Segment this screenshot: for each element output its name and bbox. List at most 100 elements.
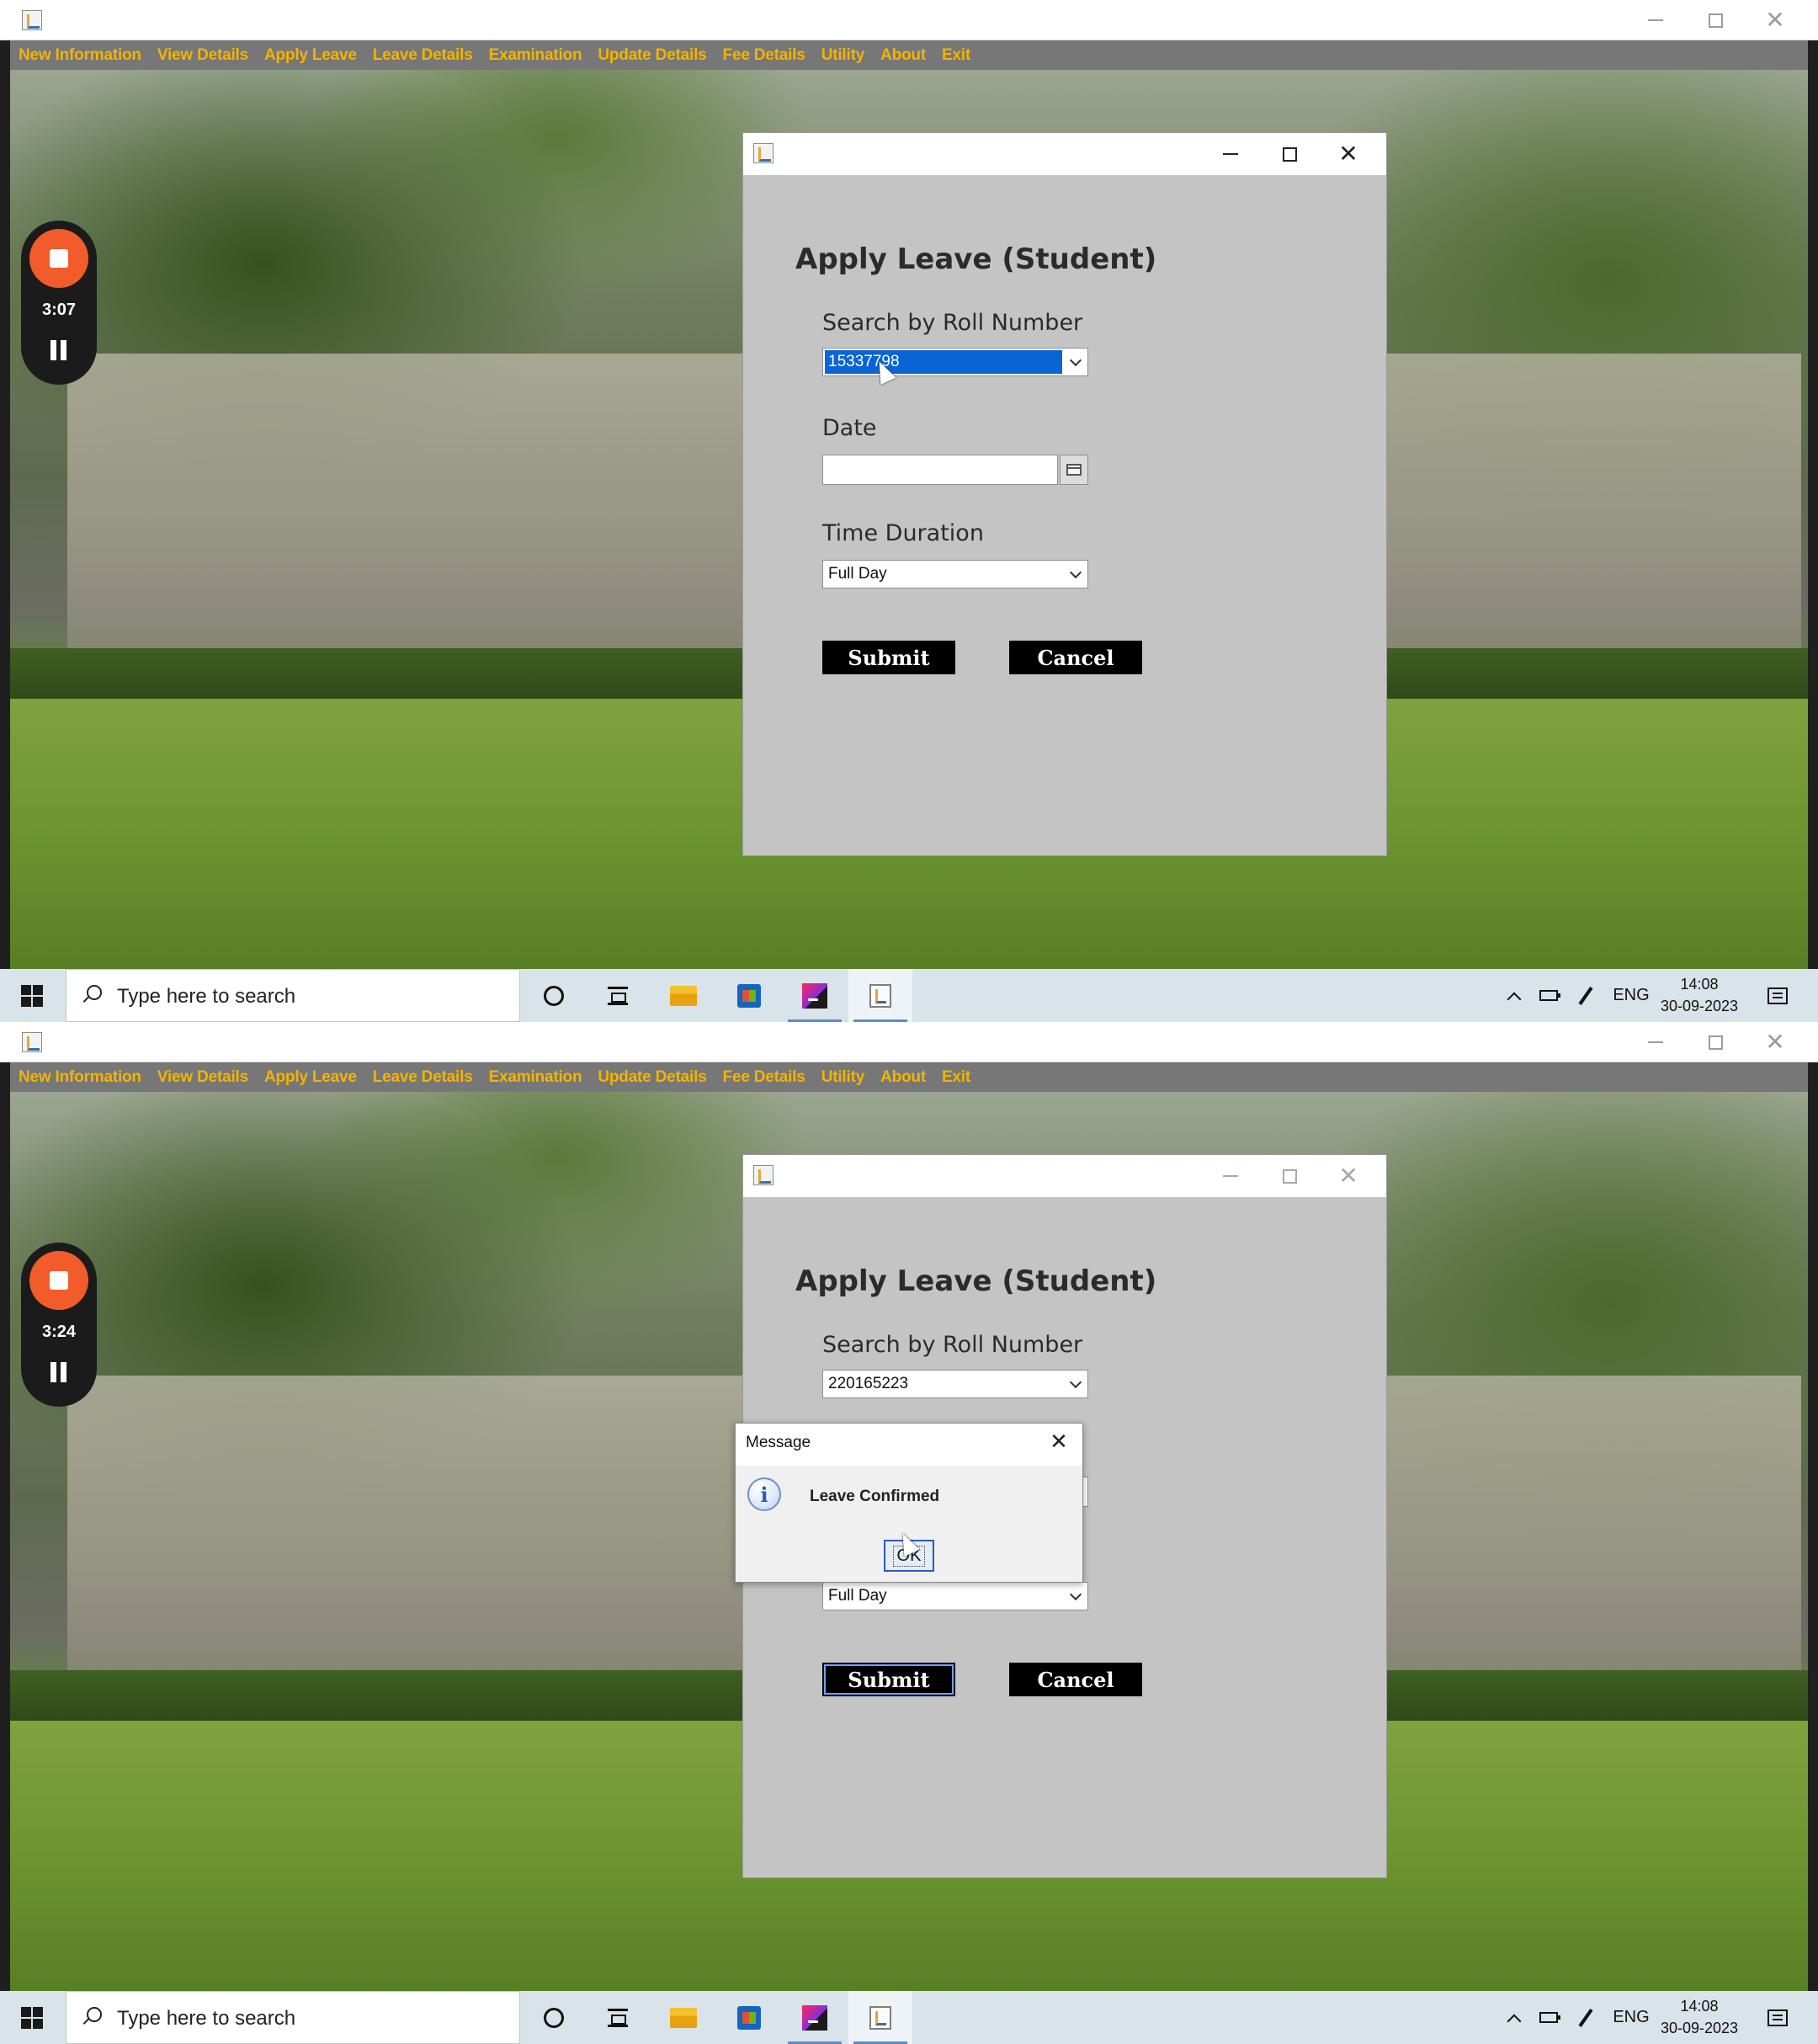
recording-time: 3:07 bbox=[41, 301, 77, 319]
recording-pause-button[interactable] bbox=[49, 1362, 69, 1384]
app-title-bar: ✕ bbox=[0, 0, 1818, 40]
chevron-down-icon[interactable] bbox=[1064, 1371, 1087, 1397]
recording-stop-button[interactable] bbox=[29, 229, 88, 288]
dialog-title-bar: ✕ bbox=[743, 1155, 1386, 1197]
intellij-icon[interactable] bbox=[783, 969, 847, 1022]
dialog-minimize-button[interactable] bbox=[1201, 1155, 1260, 1197]
store-icon[interactable] bbox=[717, 969, 781, 1022]
main-menu-bar: New Information View Details Apply Leave… bbox=[10, 40, 1808, 70]
close-button[interactable]: ✕ bbox=[1746, 1022, 1805, 1062]
menu-new-information[interactable]: New Information bbox=[19, 1068, 141, 1087]
time-duration-label: Time Duration bbox=[822, 520, 984, 546]
maximize-icon bbox=[1708, 13, 1723, 28]
search-icon bbox=[82, 985, 102, 1003]
chevron-down-icon[interactable] bbox=[1064, 1583, 1087, 1610]
menu-utility[interactable]: Utility bbox=[821, 1068, 865, 1087]
time-duration-combo[interactable]: Full Day bbox=[822, 560, 1088, 588]
menu-fee-details[interactable]: Fee Details bbox=[723, 46, 805, 65]
notification-icon[interactable] bbox=[1759, 969, 1796, 1022]
menu-apply-leave[interactable]: Apply Leave bbox=[264, 1068, 357, 1087]
recording-pause-button[interactable] bbox=[49, 340, 69, 362]
minimize-button[interactable] bbox=[1626, 0, 1685, 40]
menu-apply-leave[interactable]: Apply Leave bbox=[264, 46, 357, 65]
chevron-down-icon[interactable] bbox=[1064, 349, 1087, 375]
cancel-button[interactable]: Cancel bbox=[1009, 641, 1142, 674]
dialog-maximize-button[interactable] bbox=[1260, 133, 1319, 175]
taskbar-search[interactable]: Type here to search bbox=[66, 969, 520, 1022]
submit-button[interactable]: Submit bbox=[822, 641, 955, 674]
pen-icon[interactable] bbox=[1574, 1991, 1597, 2044]
app-title-bar: ✕ bbox=[0, 1022, 1818, 1062]
menu-leave-details[interactable]: Leave Details bbox=[373, 1068, 473, 1087]
file-explorer-icon[interactable] bbox=[651, 969, 715, 1022]
menu-new-information[interactable]: New Information bbox=[19, 46, 141, 65]
cortana-icon[interactable] bbox=[522, 1991, 586, 2044]
show-hidden-icons[interactable] bbox=[1505, 969, 1523, 1022]
cancel-button[interactable]: Cancel bbox=[1009, 1663, 1142, 1696]
dialog-maximize-button[interactable] bbox=[1260, 1155, 1319, 1197]
message-close-button[interactable]: ✕ bbox=[1042, 1427, 1076, 1457]
menu-exit[interactable]: Exit bbox=[942, 1068, 970, 1087]
language-indicator[interactable]: ENG bbox=[1611, 969, 1651, 1022]
start-button[interactable] bbox=[0, 1991, 64, 2044]
battery-icon[interactable] bbox=[1537, 1991, 1560, 2044]
time-duration-combo[interactable]: Full Day bbox=[822, 1582, 1088, 1610]
maximize-icon bbox=[1708, 1035, 1723, 1050]
pen-icon[interactable] bbox=[1574, 969, 1597, 1022]
java-app-taskbar-icon[interactable] bbox=[848, 1991, 912, 2044]
menu-update-details[interactable]: Update Details bbox=[598, 1068, 706, 1087]
menu-fee-details[interactable]: Fee Details bbox=[723, 1068, 805, 1087]
menu-view-details[interactable]: View Details bbox=[157, 46, 248, 65]
menu-utility[interactable]: Utility bbox=[821, 46, 865, 65]
menu-view-details[interactable]: View Details bbox=[157, 1068, 248, 1087]
dialog-close-button[interactable]: ✕ bbox=[1319, 1155, 1378, 1197]
maximize-button[interactable] bbox=[1686, 1022, 1745, 1062]
maximize-button[interactable] bbox=[1686, 0, 1745, 40]
store-icon[interactable] bbox=[717, 1991, 781, 2044]
recording-stop-button[interactable] bbox=[29, 1251, 88, 1310]
task-view-icon[interactable] bbox=[586, 969, 650, 1022]
menu-examination[interactable]: Examination bbox=[489, 46, 582, 65]
clock-time: 14:08 bbox=[1680, 976, 1719, 993]
time-duration-value: Full Day bbox=[828, 565, 887, 583]
search-placeholder: Type here to search bbox=[117, 985, 296, 1008]
start-button[interactable] bbox=[0, 969, 64, 1022]
file-explorer-icon[interactable] bbox=[651, 1991, 715, 2044]
close-icon: ✕ bbox=[1765, 1028, 1785, 1056]
menu-leave-details[interactable]: Leave Details bbox=[373, 46, 473, 65]
roll-number-combo[interactable]: 220165223 bbox=[822, 1370, 1088, 1398]
chevron-down-icon[interactable] bbox=[1064, 561, 1087, 588]
date-picker-button[interactable] bbox=[1060, 455, 1088, 485]
roll-number-combo[interactable]: 15337798 bbox=[822, 348, 1088, 376]
menu-update-details[interactable]: Update Details bbox=[598, 46, 706, 65]
dialog-minimize-button[interactable] bbox=[1201, 133, 1260, 175]
menu-about[interactable]: About bbox=[880, 1068, 926, 1087]
taskbar-clock[interactable]: 14:08 30-09-2023 bbox=[1660, 1991, 1739, 2044]
language-indicator[interactable]: ENG bbox=[1611, 1991, 1651, 2044]
intellij-icon[interactable] bbox=[783, 1991, 847, 2044]
dialog-heading: Apply Leave (Student) bbox=[795, 1264, 1157, 1298]
notification-icon[interactable] bbox=[1759, 1991, 1796, 2044]
dialog-close-button[interactable]: ✕ bbox=[1319, 133, 1378, 175]
menu-examination[interactable]: Examination bbox=[489, 1068, 582, 1087]
taskbar-clock[interactable]: 14:08 30-09-2023 bbox=[1660, 969, 1739, 1022]
submit-button[interactable]: Submit bbox=[822, 1663, 955, 1696]
show-hidden-icons[interactable] bbox=[1505, 1991, 1523, 2044]
java-app-taskbar-icon[interactable] bbox=[848, 969, 912, 1022]
task-view-icon[interactable] bbox=[586, 1991, 650, 2044]
close-button[interactable]: ✕ bbox=[1746, 0, 1805, 40]
close-icon: ✕ bbox=[1338, 140, 1358, 168]
menu-about[interactable]: About bbox=[880, 46, 926, 65]
clock-time: 14:08 bbox=[1680, 1998, 1719, 2015]
screen-recorder-widget: 3:07 bbox=[21, 221, 97, 385]
cortana-icon[interactable] bbox=[522, 969, 586, 1022]
taskbar-search[interactable]: Type here to search bbox=[66, 1991, 520, 2044]
search-placeholder: Type here to search bbox=[117, 2007, 296, 2030]
date-input[interactable] bbox=[822, 455, 1058, 485]
java-dialog-icon bbox=[753, 143, 773, 163]
menu-exit[interactable]: Exit bbox=[942, 46, 970, 65]
battery-icon[interactable] bbox=[1537, 969, 1560, 1022]
screen-recorder-widget: 3:24 bbox=[21, 1243, 97, 1407]
windows-taskbar: Type here to search ENG 14:08 30-09-2023 bbox=[0, 1991, 1818, 2044]
minimize-button[interactable] bbox=[1626, 1022, 1685, 1062]
